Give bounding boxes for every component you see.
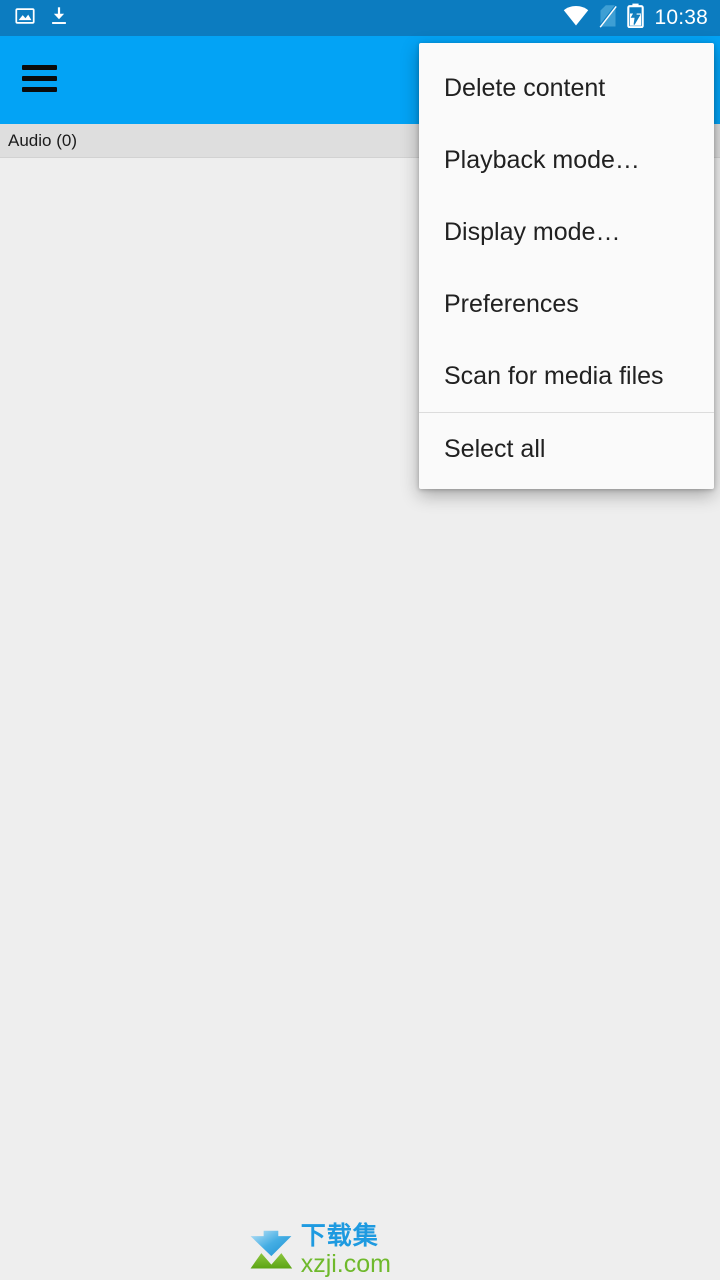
screenshot-image-icon [14, 5, 36, 32]
menu-item-playback-mode[interactable]: Playback mode… [419, 124, 714, 196]
menu-item-display-mode[interactable]: Display mode… [419, 196, 714, 268]
overflow-menu[interactable]: Delete content Playback mode… Display mo… [419, 43, 714, 489]
app-screen: 10:38 Audio (0) 下载集 xzji.com Delete cont… [0, 0, 720, 1280]
status-bar: 10:38 [0, 0, 720, 36]
wifi-icon [563, 5, 589, 32]
battery-charging-icon [627, 3, 645, 33]
hamburger-menu-icon[interactable] [22, 56, 62, 100]
hamburger-bar [22, 86, 57, 92]
no-sim-card-icon [598, 3, 619, 33]
status-bar-right-icons: 10:38 [563, 3, 720, 33]
audio-section-label: Audio (0) [8, 130, 77, 150]
hamburger-bar [22, 64, 57, 70]
watermark-cn-text: 下载集 [300, 1221, 379, 1250]
hamburger-bar [22, 75, 57, 81]
menu-item-delete-content[interactable]: Delete content [419, 52, 714, 124]
site-watermark: 下载集 xzji.com [249, 1221, 391, 1279]
status-bar-left-icons [0, 5, 70, 32]
watermark-domain-text: xzji.com [300, 1249, 391, 1278]
menu-item-scan-for-media-files[interactable]: Scan for media files [419, 340, 714, 412]
download-icon [48, 5, 70, 32]
menu-item-select-all[interactable]: Select all [419, 413, 714, 485]
status-bar-clock: 10:38 [654, 6, 708, 29]
watermark-text: 下载集 xzji.com [300, 1221, 391, 1278]
watermark-logo-icon [250, 1230, 293, 1269]
menu-item-preferences[interactable]: Preferences [419, 268, 714, 340]
